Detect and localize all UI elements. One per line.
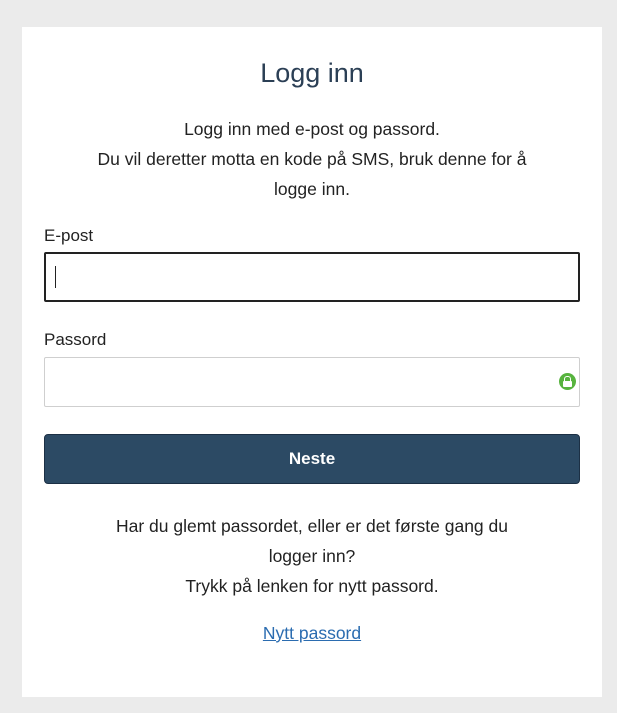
password-label: Passord bbox=[44, 330, 107, 349]
intro-line: Du vil deretter motta en kode på SMS, br… bbox=[97, 149, 527, 169]
text-caret bbox=[55, 266, 56, 288]
help-line: logger inn? bbox=[268, 546, 356, 566]
help-text: Har du glemt passordet, eller er det før… bbox=[52, 511, 572, 601]
help-line: Trykk på lenken for nytt passord. bbox=[185, 576, 439, 596]
new-password-link[interactable]: Nytt passord bbox=[263, 623, 361, 643]
email-field[interactable] bbox=[44, 252, 580, 302]
email-label: E-post bbox=[44, 226, 94, 245]
lock-icon[interactable] bbox=[559, 373, 576, 390]
reset-link-row: Nytt passord bbox=[22, 621, 602, 645]
next-button[interactable]: Neste bbox=[44, 434, 580, 484]
login-card: Logg inn Logg inn med e-post og passord.… bbox=[22, 27, 602, 697]
page-title: Logg inn bbox=[260, 58, 364, 88]
help-line: Har du glemt passordet, eller er det før… bbox=[115, 516, 508, 536]
password-field[interactable] bbox=[44, 357, 580, 407]
intro-line: Logg inn med e-post og passord. bbox=[184, 119, 440, 139]
intro-line: logge inn. bbox=[274, 179, 350, 199]
intro-text: Logg inn med e-post og passord. Du vil d… bbox=[62, 114, 562, 204]
